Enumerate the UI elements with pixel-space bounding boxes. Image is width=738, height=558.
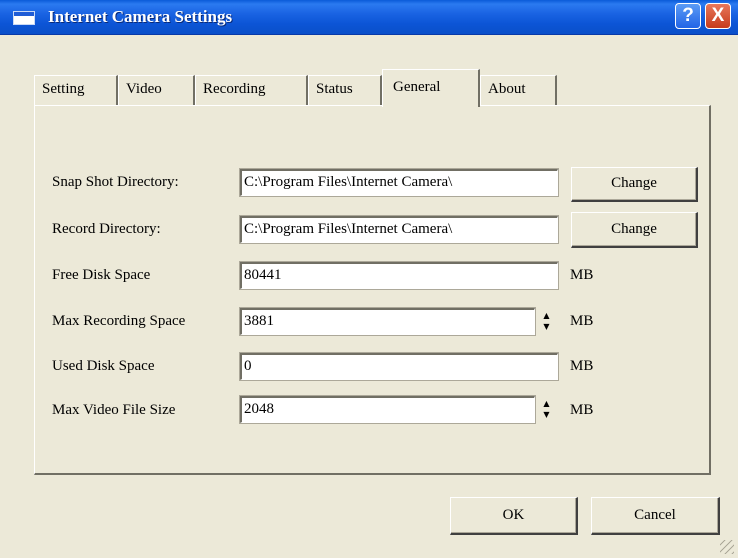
window-title: Internet Camera Settings xyxy=(48,7,233,26)
record-directory-label: Record Directory: xyxy=(52,221,161,237)
used-disk-space-field[interactable]: 0 xyxy=(239,352,559,381)
max-video-file-size-spinner[interactable]: ▲ ▼ xyxy=(537,398,556,421)
max-video-file-size-label: Max Video File Size xyxy=(52,402,176,418)
max-video-file-size-unit: MB xyxy=(570,402,594,418)
tab-about[interactable]: About xyxy=(480,75,557,105)
record-directory-field[interactable]: C:\Program Files\Internet Camera\ xyxy=(239,215,559,244)
spin-down-icon[interactable]: ▼ xyxy=(537,321,556,332)
tab-status[interactable]: Status xyxy=(308,75,382,105)
settings-window: Internet Camera Settings ? X Setting Vid… xyxy=(0,0,738,558)
free-disk-space-label: Free Disk Space xyxy=(52,267,151,283)
tab-video[interactable]: Video xyxy=(118,75,195,105)
ok-button[interactable]: OK xyxy=(450,497,578,535)
snapshot-directory-label: Snap Shot Directory: xyxy=(52,174,179,190)
change-record-button[interactable]: Change xyxy=(571,212,698,248)
window-icon xyxy=(13,11,35,25)
resize-grip-icon[interactable] xyxy=(720,540,734,554)
help-button[interactable]: ? xyxy=(675,3,701,29)
free-disk-space-unit: MB xyxy=(570,267,594,283)
max-recording-space-spinner[interactable]: ▲ ▼ xyxy=(537,310,556,333)
max-recording-space-label: Max Recording Space xyxy=(52,313,186,329)
free-disk-space-field[interactable]: 80441 xyxy=(239,261,559,290)
max-recording-space-unit: MB xyxy=(570,313,594,329)
spin-up-icon[interactable]: ▲ xyxy=(537,310,556,321)
spin-down-icon[interactable]: ▼ xyxy=(537,409,556,420)
title-bar[interactable]: Internet Camera Settings ? X xyxy=(0,0,738,35)
cancel-button[interactable]: Cancel xyxy=(591,497,720,535)
max-video-file-size-input[interactable]: 2048 xyxy=(239,395,536,424)
tab-setting[interactable]: Setting xyxy=(34,75,118,105)
used-disk-space-unit: MB xyxy=(570,358,594,374)
spin-up-icon[interactable]: ▲ xyxy=(537,398,556,409)
close-button[interactable]: X xyxy=(705,3,731,29)
used-disk-space-label: Used Disk Space xyxy=(52,358,155,374)
tab-recording[interactable]: Recording xyxy=(195,75,308,105)
change-snapshot-button[interactable]: Change xyxy=(571,167,698,202)
tab-general[interactable]: General xyxy=(382,69,480,107)
snapshot-directory-field[interactable]: C:\Program Files\Internet Camera\ xyxy=(239,168,559,197)
max-recording-space-input[interactable]: 3881 xyxy=(239,307,536,336)
